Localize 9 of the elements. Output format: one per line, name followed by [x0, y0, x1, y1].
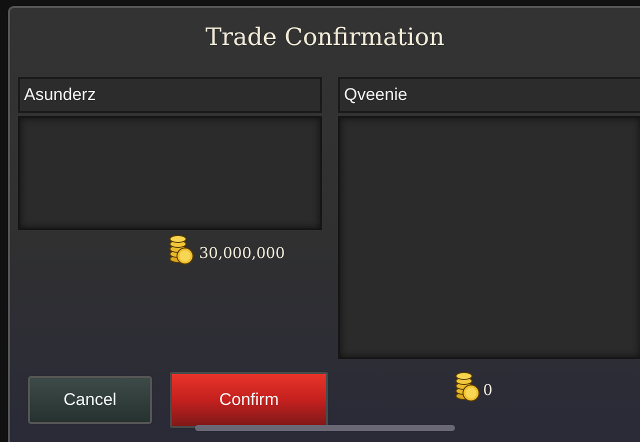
dialog-title: Trade Confirmation	[205, 22, 445, 53]
trader-name: Asunderz	[18, 77, 322, 113]
coin-amount: 30,000,000	[199, 242, 285, 264]
coins-icon	[168, 234, 194, 266]
coin-amount: 0	[483, 380, 493, 401]
coins-icon	[454, 371, 480, 403]
cancel-button[interactable]: Cancel	[28, 376, 152, 424]
trader-name: Qveenie	[338, 77, 640, 113]
confirm-button[interactable]: Confirm	[170, 372, 328, 428]
